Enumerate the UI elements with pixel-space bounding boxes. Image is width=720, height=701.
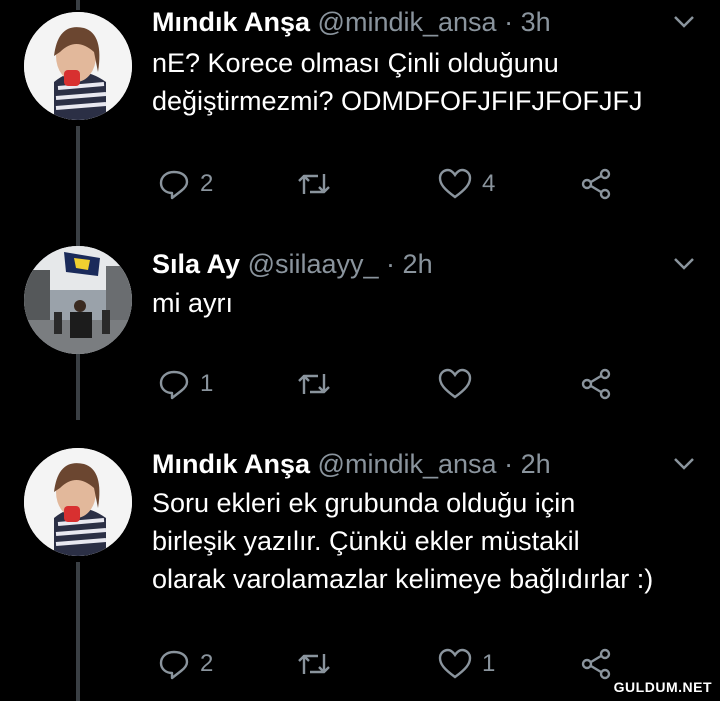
tweet-text-line: Soru ekleri ek grubunda olduğu için [152, 488, 576, 518]
timestamp[interactable]: 2h [521, 449, 551, 479]
separator-dot: · [504, 7, 514, 37]
retweet-icon [298, 174, 330, 194]
reply-count: 1 [200, 370, 214, 397]
share-icon [581, 648, 611, 680]
tweet-actions: 2 4 [152, 168, 672, 208]
tweet-actions: 2 1 [152, 648, 672, 688]
avatar[interactable] [24, 448, 132, 556]
watermark: GULDUM.NET [613, 679, 712, 695]
retweet-button[interactable] [296, 368, 342, 400]
reply-count: 2 [200, 170, 214, 197]
timestamp[interactable]: 3h [521, 7, 551, 37]
retweet-icon [298, 654, 330, 674]
retweet-button[interactable] [296, 168, 342, 200]
chevron-down-icon[interactable] [672, 256, 696, 277]
like-icon [438, 368, 472, 399]
display-name[interactable]: Sıla Ay [152, 249, 240, 279]
tweet-actions: 1 [152, 368, 672, 408]
reply-count: 2 [200, 650, 214, 677]
tweet-text-line: nE? Korece olması Çinli olduğunu [152, 48, 559, 78]
tweet[interactable]: Sıla Ay @siilaayy_ · 2h mi ayrı 1 [0, 232, 720, 432]
tweet-text-line: birleşik yazılır. Çünkü ekler müstakil [152, 526, 580, 556]
avatar[interactable] [24, 12, 132, 120]
like-count: 4 [482, 170, 496, 197]
separator-dot: · [386, 249, 396, 279]
tweet[interactable]: Mındık Anşa @mindik_ansa · 3h nE? Korece… [0, 0, 720, 232]
tweet-text: nE? Korece olması Çinli olduğunu değişti… [152, 44, 712, 120]
reply-icon [159, 650, 189, 680]
tweet[interactable]: Mındık Anşa @mindik_ansa · 2h Soru ekler… [0, 432, 720, 701]
like-count: 1 [482, 650, 496, 677]
tweet-text: Soru ekleri ek grubunda olduğu için birl… [152, 484, 712, 598]
reply-button[interactable]: 2 [158, 168, 213, 200]
chevron-down-icon[interactable] [672, 14, 696, 35]
share-button[interactable] [580, 368, 612, 400]
tweet-text: mi ayrı [152, 284, 712, 322]
retweet-button[interactable] [296, 648, 342, 680]
share-icon [581, 368, 611, 400]
chevron-down-icon[interactable] [672, 456, 696, 477]
reply-button[interactable]: 1 [158, 368, 213, 400]
reply-button[interactable]: 2 [158, 648, 213, 680]
tweet-text-line: mi ayrı [152, 288, 233, 318]
timestamp[interactable]: 2h [403, 249, 433, 279]
share-button[interactable] [580, 648, 612, 680]
avatar[interactable] [24, 246, 132, 354]
reply-icon [159, 370, 189, 400]
tweet-text-line: olarak varolamazlar kelimeye bağlıdırlar… [152, 564, 654, 594]
avatar-photo [24, 246, 132, 354]
avatar-photo [24, 448, 132, 556]
username-handle[interactable]: @mindik_ansa [318, 7, 497, 37]
like-button[interactable]: 1 [438, 648, 495, 680]
display-name[interactable]: Mındık Anşa [152, 449, 310, 479]
tweet-text-line: değiştirmezmi? ODMDFOFJFIFJFOFJFJ [152, 86, 643, 116]
like-button[interactable]: 4 [438, 168, 495, 200]
like-button[interactable] [438, 368, 482, 400]
share-button[interactable] [580, 168, 612, 200]
retweet-icon [298, 374, 330, 394]
share-icon [581, 168, 611, 200]
like-icon [438, 168, 472, 199]
username-handle[interactable]: @siilaayy_ [248, 249, 379, 279]
reply-icon [159, 170, 189, 200]
separator-dot: · [504, 449, 514, 479]
avatar-photo [24, 12, 132, 120]
username-handle[interactable]: @mindik_ansa [318, 449, 497, 479]
display-name[interactable]: Mındık Anşa [152, 7, 310, 37]
like-icon [438, 648, 472, 679]
